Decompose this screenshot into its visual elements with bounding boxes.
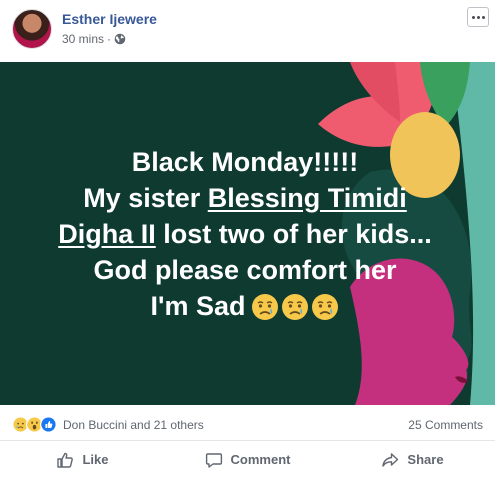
author-avatar[interactable]: [12, 9, 52, 49]
globe-icon: [114, 33, 126, 45]
crying-face-icon: [312, 294, 339, 320]
like-label: Like: [82, 452, 109, 467]
reaction-icons[interactable]: [12, 416, 57, 433]
reactions-summary: Don Buccini and 21 others 25 Comments: [0, 405, 495, 441]
more-options-icon[interactable]: [467, 7, 489, 27]
comment-label: Comment: [230, 452, 291, 467]
caption-line-2: My sister Blessing Timidi: [83, 183, 407, 213]
emoji-group: [251, 293, 339, 321]
share-icon: [382, 452, 399, 467]
post-image-caption: Black Monday!!!!! My sister Blessing Tim…: [10, 144, 480, 324]
caption-line-5: I'm Sad: [10, 288, 480, 324]
share-button[interactable]: Share: [330, 441, 495, 478]
thumbs-up-icon: [57, 452, 74, 468]
author-name[interactable]: Esther Ijewere: [62, 11, 157, 27]
post-actions: Like Comment Share: [0, 441, 495, 478]
caption-line-4: God please comfort her: [93, 255, 397, 285]
share-label: Share: [407, 452, 444, 467]
tagged-person-link[interactable]: Blessing Timidi: [208, 183, 407, 213]
crying-face-icon: [252, 294, 279, 320]
comment-icon: [205, 452, 222, 468]
like-reaction-icon: [40, 416, 57, 433]
like-button[interactable]: Like: [0, 441, 165, 478]
reaction-names[interactable]: Don Buccini and 21 others: [63, 418, 204, 432]
caption-line-3: Digha II lost two of her kids...: [58, 219, 432, 249]
tagged-person-link-cont[interactable]: Digha II: [58, 219, 156, 249]
comments-count[interactable]: 25 Comments: [408, 418, 483, 432]
comment-button[interactable]: Comment: [165, 441, 330, 478]
post-timestamp[interactable]: 30 mins: [62, 32, 104, 46]
post-header: Esther Ijewere 30 mins ·: [0, 0, 495, 62]
post-image[interactable]: Black Monday!!!!! My sister Blessing Tim…: [0, 62, 495, 405]
crying-face-icon: [282, 294, 309, 320]
post-meta: 30 mins ·: [62, 32, 126, 46]
caption-line-1: Black Monday!!!!!: [131, 147, 359, 177]
